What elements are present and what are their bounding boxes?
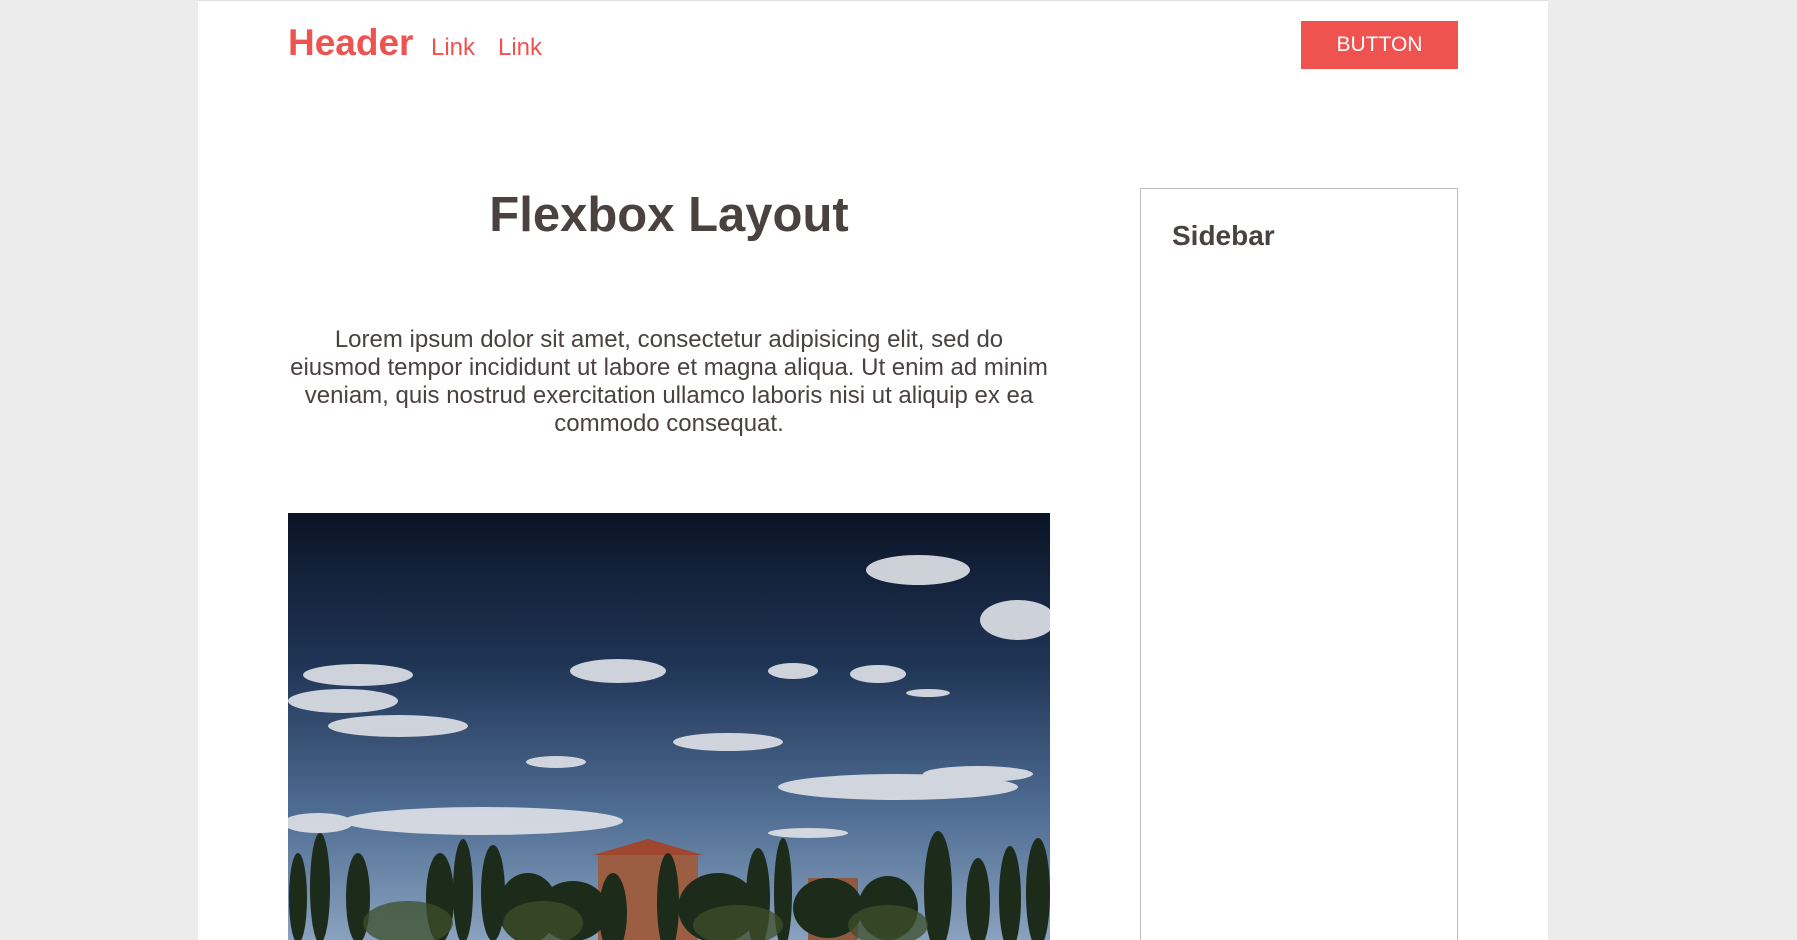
header-button[interactable]: BUTTON <box>1301 21 1458 69</box>
hero-image <box>288 513 1050 940</box>
nav-link-2[interactable]: Link <box>498 34 542 62</box>
main-title: Flexbox Layout <box>489 188 849 242</box>
nav-link-1[interactable]: Link <box>431 34 475 62</box>
sidebar: Sidebar <box>1140 188 1458 940</box>
main-paragraph: Lorem ipsum dolor sit amet, consectetur … <box>290 326 1048 437</box>
header-title[interactable]: Header <box>288 21 413 65</box>
sidebar-title: Sidebar <box>1172 220 1275 251</box>
page-container: Header Link Link BUTTON Flexbox Layout L… <box>198 0 1548 940</box>
